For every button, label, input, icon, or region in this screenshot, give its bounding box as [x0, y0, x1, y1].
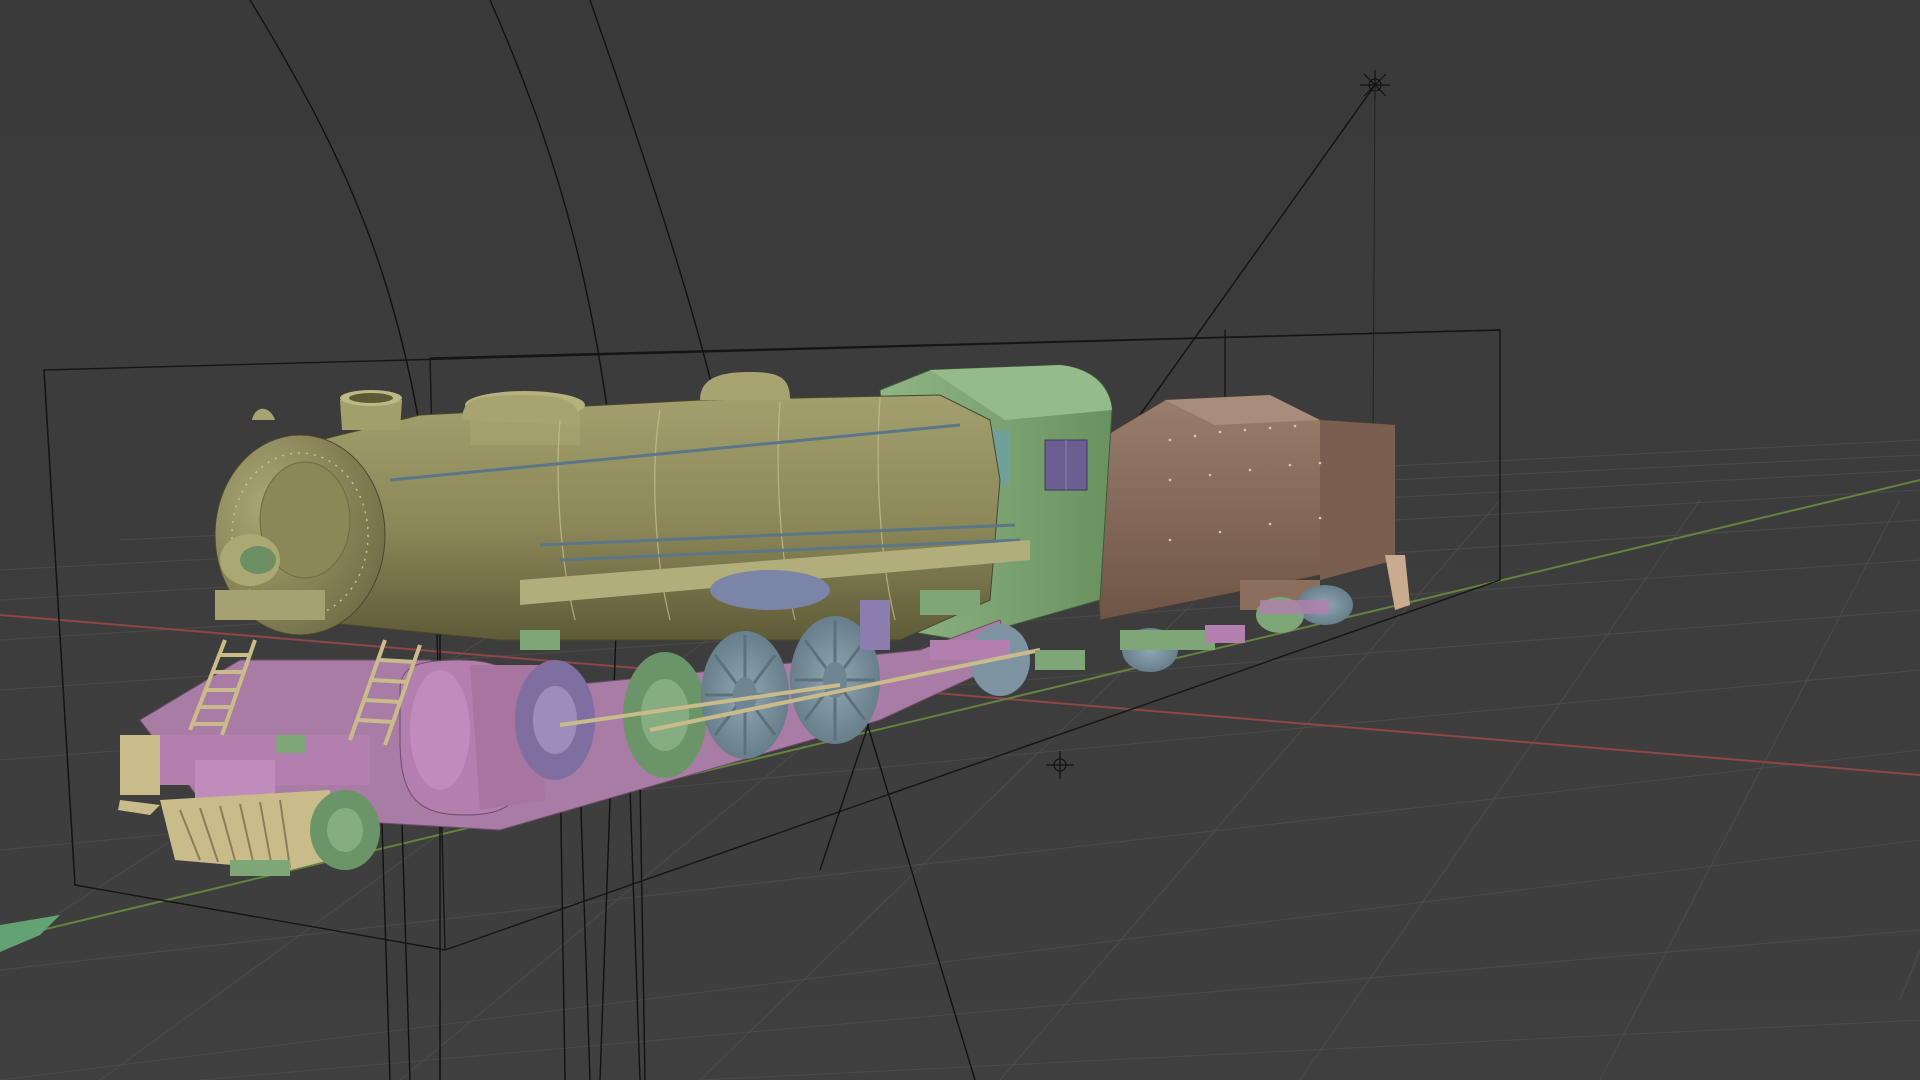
sand-dome — [700, 372, 790, 400]
tender[interactable] — [1089, 394, 1410, 621]
viewport-canvas[interactable] — [0, 0, 1920, 1080]
light-vertical-line — [1372, 84, 1376, 441]
leading-wheel — [310, 790, 380, 870]
y-axis-marker — [0, 915, 60, 952]
3d-viewport[interactable] — [0, 0, 1920, 1080]
light-direction-line — [1114, 84, 1376, 451]
tender-truck-front — [1120, 625, 1245, 672]
steam-dome — [462, 395, 580, 425]
empty-object-icon[interactable] — [1046, 751, 1074, 779]
